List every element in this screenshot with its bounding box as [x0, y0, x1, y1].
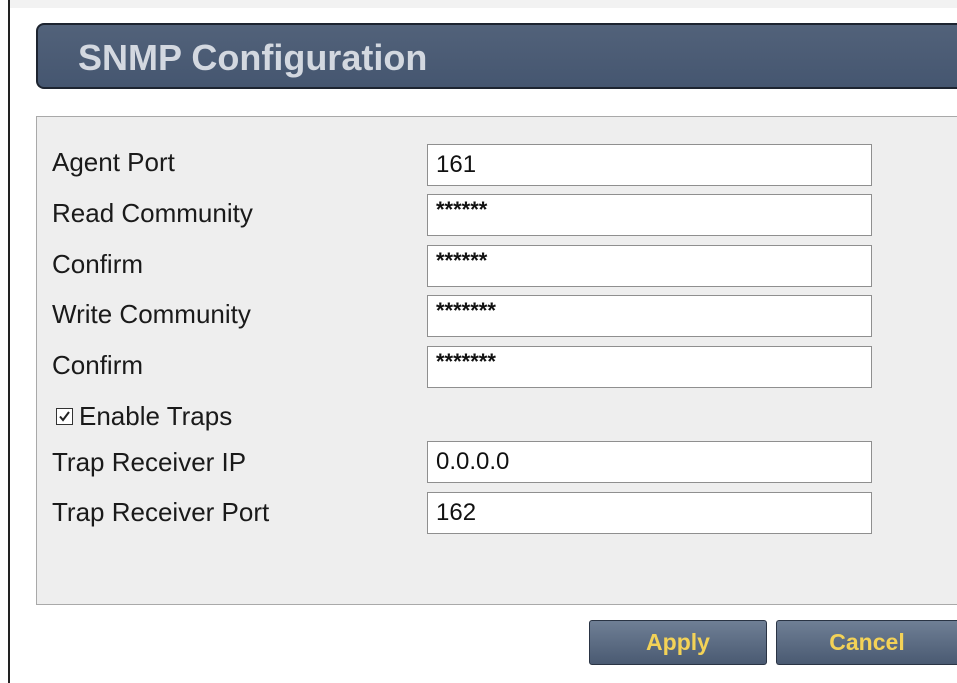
write-community-label: Write Community	[52, 299, 251, 329]
cancel-button[interactable]: Cancel	[776, 620, 957, 665]
trap-receiver-port-label: Trap Receiver Port	[52, 497, 270, 527]
write-community-input[interactable]	[427, 295, 872, 337]
page-title: SNMP Configuration	[78, 37, 428, 78]
trap-receiver-ip-label: Trap Receiver IP	[52, 447, 247, 477]
window-left-border	[8, 0, 10, 683]
read-community-confirm-input[interactable]	[427, 245, 872, 287]
trap-receiver-ip-input[interactable]	[427, 441, 872, 483]
enable-traps-label: Enable Traps	[79, 401, 233, 431]
enable-traps-row[interactable]: Enable Traps	[56, 401, 232, 431]
agent-port-label: Agent Port	[52, 147, 175, 177]
trap-receiver-port-input[interactable]	[427, 492, 872, 534]
agent-port-input[interactable]	[427, 144, 872, 186]
enable-traps-checkbox[interactable]	[56, 407, 73, 425]
read-community-input[interactable]	[427, 194, 872, 236]
title-bar: SNMP Configuration	[36, 23, 957, 89]
checkmark-icon	[59, 410, 70, 422]
read-community-confirm-label: Confirm	[52, 249, 144, 279]
write-community-confirm-input[interactable]	[427, 346, 872, 388]
window-top-strip	[10, 0, 957, 8]
apply-button[interactable]: Apply	[589, 620, 767, 665]
write-community-confirm-label: Confirm	[52, 350, 144, 380]
read-community-label: Read Community	[52, 198, 253, 228]
